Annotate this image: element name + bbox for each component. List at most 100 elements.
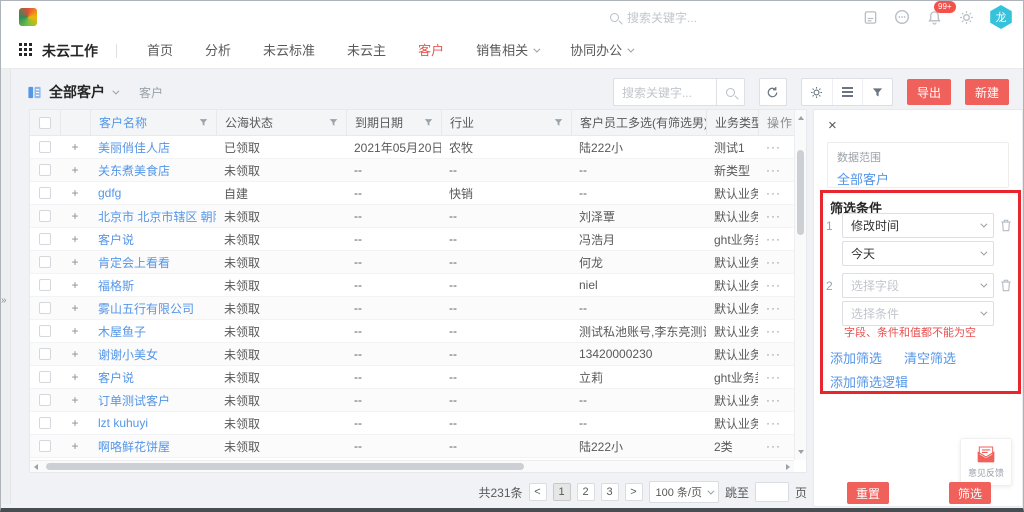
checkbox[interactable] — [39, 210, 51, 222]
row-expander[interactable]: + — [60, 186, 90, 200]
row-expander[interactable]: + — [60, 439, 90, 453]
jump-page-input[interactable] — [755, 482, 789, 502]
row-checkbox-cell[interactable] — [30, 325, 60, 337]
value-select[interactable]: 选择条件 — [842, 301, 994, 326]
nav-item-分析[interactable]: 分析 — [189, 33, 247, 69]
prev-page-button[interactable]: < — [529, 483, 547, 501]
horizontal-scrollbar[interactable] — [30, 460, 794, 472]
row-more-actions-button[interactable]: ··· — [758, 301, 796, 315]
customer-name-link[interactable]: 美丽俏佳人店 — [90, 139, 216, 156]
column-header[interactable]: 操作 — [758, 110, 796, 135]
filter-icon[interactable] — [862, 79, 892, 105]
checkbox[interactable] — [39, 302, 51, 314]
nav-item-协同办公[interactable]: 协同办公 — [554, 33, 648, 69]
row-expander[interactable]: + — [60, 301, 90, 315]
customer-name-link[interactable]: lzt kuhuyi — [90, 416, 216, 430]
column-header[interactable]: 客户员工多选(有筛选男) — [571, 110, 706, 135]
row-checkbox-cell[interactable] — [30, 371, 60, 383]
view-selector[interactable]: 全部客户 — [27, 82, 117, 102]
row-checkbox-cell[interactable] — [30, 279, 60, 291]
scroll-left-icon[interactable] — [34, 464, 38, 470]
table-row[interactable]: +木屋鱼子未领取----测试私池账号,李东亮测试...默认业务类型··· — [30, 320, 806, 343]
column-header[interactable]: 客户名称 — [90, 110, 216, 135]
apps-grid-icon[interactable] — [19, 43, 32, 59]
row-expander[interactable]: + — [60, 140, 90, 154]
checkbox[interactable] — [39, 394, 51, 406]
column-filter-icon[interactable] — [554, 118, 563, 127]
add-filter-logic-link[interactable]: 添加筛选逻辑 — [830, 375, 908, 390]
row-expander[interactable]: + — [60, 278, 90, 292]
table-row[interactable]: +啊咯鲜花饼屋未领取----陆222小2类··· — [30, 435, 806, 458]
customer-name-link[interactable]: 客户说 — [90, 231, 216, 248]
customer-name-link[interactable]: 肯定会上看看 — [90, 254, 216, 271]
customer-name-link[interactable]: gdfg — [90, 186, 216, 200]
column-settings-icon[interactable] — [802, 79, 832, 105]
notes-icon[interactable] — [861, 8, 879, 26]
table-row[interactable]: +谢谢小美女未领取----13420000230默认业务类型··· — [30, 343, 806, 366]
settings-icon[interactable] — [957, 8, 975, 26]
value-select[interactable]: 今天 — [842, 241, 994, 266]
row-checkbox-cell[interactable] — [30, 210, 60, 222]
column-header[interactable]: 行业 — [441, 110, 571, 135]
row-checkbox-cell[interactable] — [30, 417, 60, 429]
checkbox[interactable] — [39, 233, 51, 245]
customer-name-link[interactable]: 北京市 北京市辖区 朝阳区 — [90, 208, 216, 225]
row-more-actions-button[interactable]: ··· — [758, 232, 796, 246]
row-expander[interactable]: + — [60, 232, 90, 246]
row-density-icon[interactable] — [832, 79, 862, 105]
row-checkbox-cell[interactable] — [30, 141, 60, 153]
row-expander[interactable]: + — [60, 209, 90, 223]
customer-name-link[interactable]: 雾山五行有限公司 — [90, 300, 216, 317]
column-header[interactable]: 业务类型 — [706, 110, 758, 135]
table-row[interactable]: +美丽俏佳人店已领取2021年05月20日农牧陆222小测试1··· — [30, 136, 806, 159]
checkbox[interactable] — [39, 187, 51, 199]
field-select[interactable]: 修改时间 — [842, 213, 994, 238]
table-row[interactable]: +客户说未领取----立莉ght业务类型··· — [30, 366, 806, 389]
close-icon[interactable]: × — [828, 118, 837, 133]
scroll-up-icon[interactable] — [798, 116, 804, 120]
row-checkbox-cell[interactable] — [30, 440, 60, 452]
scroll-down-icon[interactable] — [798, 450, 804, 454]
scroll-right-icon[interactable] — [786, 464, 790, 470]
table-search-input[interactable]: 搜索关键字... — [613, 78, 745, 106]
add-filter-link[interactable]: 添加筛选 — [830, 348, 882, 367]
table-row[interactable]: +福格斯未领取----niel默认业务类型··· — [30, 274, 806, 297]
checkbox[interactable] — [39, 417, 51, 429]
next-page-button[interactable]: > — [625, 483, 643, 501]
page-button[interactable]: 3 — [601, 483, 619, 501]
row-more-actions-button[interactable]: ··· — [758, 163, 796, 177]
table-row[interactable]: +lzt kuhuyi未领取------默认业务类型··· — [30, 412, 806, 435]
delete-condition-icon[interactable] — [1000, 219, 1012, 232]
row-more-actions-button[interactable]: ··· — [758, 255, 796, 269]
row-expander[interactable]: + — [60, 347, 90, 361]
table-row[interactable]: +关东煮美食店未领取------新类型··· — [30, 159, 806, 182]
messages-icon[interactable] — [893, 8, 911, 26]
vertical-scroll-thumb[interactable] — [797, 150, 804, 235]
customer-name-link[interactable]: 木屋鱼子 — [90, 323, 216, 340]
horizontal-scroll-thumb[interactable] — [46, 463, 524, 470]
row-checkbox-cell[interactable] — [30, 394, 60, 406]
row-checkbox-cell[interactable] — [30, 233, 60, 245]
table-row[interactable]: +北京市 北京市辖区 朝阳区未领取----刘泽覃默认业务类型··· — [30, 205, 806, 228]
sidebar-collapse-rail[interactable]: » — [1, 69, 11, 504]
page-button[interactable]: 2 — [577, 483, 595, 501]
column-header[interactable]: 公海状态 — [216, 110, 346, 135]
export-button[interactable]: 导出 — [907, 79, 951, 105]
row-more-actions-button[interactable]: ··· — [758, 347, 796, 361]
clear-filter-link[interactable]: 清空筛选 — [904, 348, 956, 367]
customer-name-link[interactable]: 福格斯 — [90, 277, 216, 294]
table-row[interactable]: +客户说未领取----冯浩月ght业务类型··· — [30, 228, 806, 251]
checkbox[interactable] — [39, 164, 51, 176]
checkbox[interactable] — [39, 279, 51, 291]
table-row[interactable]: +雾山五行有限公司未领取------默认业务类型··· — [30, 297, 806, 320]
customer-name-link[interactable]: 关东煮美食店 — [90, 162, 216, 179]
row-more-actions-button[interactable]: ··· — [758, 370, 796, 384]
row-checkbox-cell[interactable] — [30, 256, 60, 268]
row-expander[interactable]: + — [60, 324, 90, 338]
row-more-actions-button[interactable]: ··· — [758, 186, 796, 200]
table-row[interactable]: +肯定会上看看未领取----何龙默认业务类型··· — [30, 251, 806, 274]
customer-name-link[interactable]: 客户说 — [90, 369, 216, 386]
global-search[interactable]: 搜索关键字... — [610, 9, 697, 26]
row-more-actions-button[interactable]: ··· — [758, 393, 796, 407]
row-more-actions-button[interactable]: ··· — [758, 140, 796, 154]
